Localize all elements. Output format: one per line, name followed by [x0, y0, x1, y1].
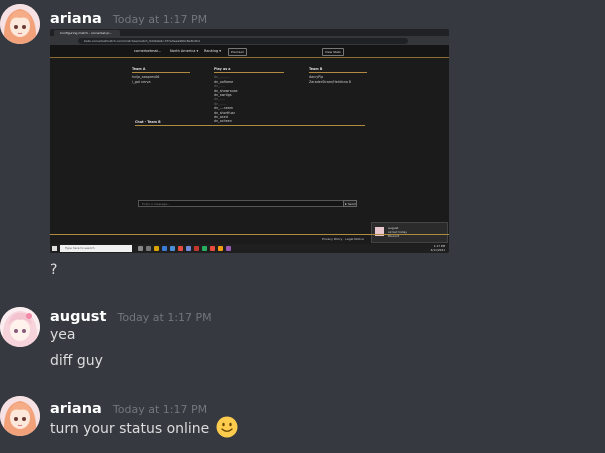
browser-address-bar: beta.cornerbetmatch.com/matches/match_9d… [50, 36, 449, 45]
avatar-image [0, 4, 40, 44]
taskbar-clock: 1:17 PM 4/11/2021 [430, 244, 445, 252]
team-a-player: i_got nerva [132, 79, 151, 84]
message-text: ? [50, 262, 58, 278]
app-icon [218, 246, 223, 251]
chat-title: Chat - Team B [135, 120, 365, 126]
message-text-row: turn your status online [50, 416, 238, 440]
timestamp[interactable]: Today at 1:17 PM [117, 311, 211, 324]
premium-button: Premium [228, 47, 248, 56]
timestamp[interactable]: Today at 1:17 PM [113, 403, 207, 416]
play-as-column: Play as a dn_.......... dn_ooflame dn_..… [214, 67, 284, 124]
timestamp[interactable]: Today at 1:17 PM [113, 13, 207, 26]
username[interactable]: august [50, 309, 106, 325]
username[interactable]: ariana [50, 11, 102, 27]
avatar[interactable] [0, 307, 40, 347]
ranking-dropdown: Ranking ▾ [204, 49, 222, 53]
team-a-column: Team A hnija_aaaprev06 i_got nerva [132, 67, 190, 84]
app-icon [210, 246, 215, 251]
chat-input: Enter a message... [138, 200, 344, 207]
chrome-icon [178, 246, 183, 251]
edge-icon [162, 246, 167, 251]
app-icon [194, 246, 199, 251]
windows-start-icon [52, 246, 57, 251]
discord-notification-toast: august ok but today Discord [371, 222, 448, 243]
message-header: august Today at 1:17 PM [50, 306, 212, 325]
windows-taskbar: Type here to search 1:17 PM 4/11/2021 [50, 244, 449, 253]
browser-tab-bar: Configuring match - cornerbet.pr... [50, 29, 449, 36]
team-a-title: Team A [132, 67, 190, 74]
footer-links: Privacy Policy · Legal Notice [322, 237, 364, 241]
app-icon [146, 246, 151, 251]
discord-taskbar-icon [186, 246, 191, 251]
play-as-title: Play as a [214, 67, 284, 74]
avatar-image [0, 396, 40, 436]
slightly-smiling-face-icon [216, 416, 238, 438]
message-text: diff guy [50, 353, 103, 369]
message-header: ariana Today at 1:17 PM [50, 398, 207, 417]
username[interactable]: ariana [50, 401, 102, 417]
app-icon [226, 246, 231, 251]
site-navbar: cornerbetmat... North America ▾ Ranking … [50, 45, 449, 58]
team-b-player: ZaraderStram/Heldinna 8 [309, 79, 351, 84]
url-field: beta.cornerbetmatch.com/matches/match_9d… [78, 37, 408, 44]
avatar[interactable] [0, 4, 40, 44]
site-brand: cornerbetmat... [134, 49, 162, 53]
message-header: ariana Today at 1:17 PM [50, 8, 207, 27]
store-icon [170, 246, 175, 251]
avatar-image [0, 307, 40, 347]
region-dropdown: North America ▾ [170, 49, 199, 53]
avatar[interactable] [0, 396, 40, 436]
team-b-title: Team B [309, 67, 367, 74]
message-text: yea [50, 327, 76, 343]
file-explorer-icon [154, 246, 159, 251]
message-text: turn your status online [50, 421, 210, 437]
footer-divider [50, 234, 449, 235]
clock-date: 4/11/2021 [430, 247, 445, 252]
task-view-icon [138, 246, 143, 251]
send-button: ➤ Send [343, 200, 357, 207]
team-b-column: Team B darcyPlp ZaraderStram/Heldinna 8 [309, 67, 367, 84]
view-stats-button: View Stats [322, 47, 344, 56]
toast-text: august ok but today Discord [388, 226, 407, 238]
taskbar-search: Type here to search [60, 245, 132, 252]
screenshot-attachment[interactable]: Configuring match - cornerbet.pr... beta… [50, 29, 449, 253]
spotify-icon [202, 246, 207, 251]
